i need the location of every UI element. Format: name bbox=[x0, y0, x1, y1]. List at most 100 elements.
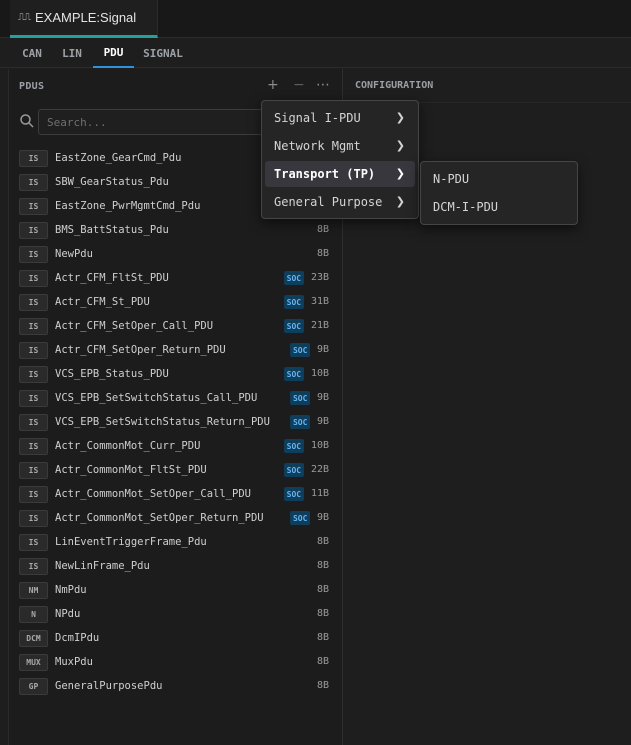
pdu-list-item[interactable]: MUX MuxPdu 8B bbox=[9, 651, 342, 675]
pdu-size: 8B bbox=[316, 584, 329, 595]
pdu-name: Actr_CommonMot_Curr_PDU bbox=[55, 440, 201, 452]
configuration-panel-title: CONFIGURATION bbox=[355, 80, 434, 91]
pdu-name: GeneralPurposePdu bbox=[55, 680, 163, 692]
pdu-name: Actr_CommonMot_SetOper_Return_PDU bbox=[55, 512, 264, 524]
pdu-size: 9B bbox=[316, 344, 329, 355]
pdu-name: EastZone_PwrMgmtCmd_Pdu bbox=[55, 200, 201, 212]
pdu-list-item[interactable]: IS Actr_CFM_FltSt_PDU SOC 23B bbox=[9, 267, 342, 291]
pdu-list-item[interactable]: IS Actr_CommonMot_FltSt_PDU SOC 22B bbox=[9, 459, 342, 483]
pdu-name: Actr_CommonMot_FltSt_PDU bbox=[55, 464, 207, 476]
pdu-name: NPdu bbox=[55, 608, 81, 620]
pdu-name: MuxPdu bbox=[55, 656, 93, 668]
pdu-name: SBW_GearStatus_Pdu bbox=[55, 176, 169, 188]
pdu-list-item[interactable]: IS LinEventTriggerFrame_Pdu 8B bbox=[9, 531, 342, 555]
pdu-size: 21B bbox=[310, 320, 329, 331]
pdu-name: DcmIPdu bbox=[55, 632, 100, 644]
chevron-right-icon: ❯ bbox=[395, 139, 405, 152]
pdu-list-item[interactable]: IS NewPdu 8B bbox=[9, 243, 342, 267]
pdu-size: 8B bbox=[316, 632, 329, 643]
more-options-button[interactable]: ⋯ bbox=[316, 78, 330, 92]
pdu-size: 31B bbox=[310, 296, 329, 307]
pdu-name: VCS_EPB_SetSwitchStatus_Call_PDU bbox=[55, 392, 258, 404]
pdu-type-tag: IS bbox=[19, 150, 48, 167]
pdu-list-item[interactable]: GP GeneralPurposePdu 8B bbox=[9, 675, 342, 699]
pdu-type-tag: DCM bbox=[19, 630, 48, 647]
menu-item-network-mgmt[interactable]: Network Mgmt ❯ bbox=[265, 133, 415, 159]
pdu-size: 22B bbox=[310, 464, 329, 475]
pdu-list-item[interactable]: DCM DcmIPdu 8B bbox=[9, 627, 342, 651]
menu-item-label: Transport (TP) bbox=[274, 167, 376, 181]
pdus-panel-title: PDUS bbox=[19, 80, 45, 92]
pdu-list-item[interactable]: IS Actr_CFM_St_PDU SOC 31B bbox=[9, 291, 342, 315]
submenu-item-dcm-ipdu[interactable]: DCM-I-PDU bbox=[424, 194, 574, 220]
editor-tab[interactable]: ⎍⎍ EXAMPLE:Signal bbox=[10, 0, 158, 38]
soc-badge: SOC bbox=[283, 367, 305, 381]
pdu-type-tag: IS bbox=[19, 318, 48, 335]
pdu-name: Actr_CFM_St_PDU bbox=[55, 296, 150, 308]
pdu-size: 11B bbox=[310, 488, 329, 499]
submenu-item-npdu[interactable]: N-PDU bbox=[424, 166, 574, 192]
pdu-type-tag: IS bbox=[19, 390, 48, 407]
pdu-list-item[interactable]: IS VCS_EPB_SetSwitchStatus_Call_PDU SOC 9B bbox=[9, 387, 342, 411]
pdu-list-item[interactable]: IS BMS_BattStatus_Pdu 8B bbox=[9, 219, 342, 243]
tab-pdu[interactable]: PDU bbox=[93, 39, 134, 68]
soc-badge: SOC bbox=[289, 343, 311, 357]
menu-item-general-purpose[interactable]: General Purpose ❯ bbox=[265, 189, 415, 215]
soc-badge: SOC bbox=[289, 415, 311, 429]
pdu-type-tag: IS bbox=[19, 198, 48, 215]
pdu-list-item[interactable]: N NPdu 8B bbox=[9, 603, 342, 627]
pdu-name: Actr_CFM_FltSt_PDU bbox=[55, 272, 169, 284]
pdu-type-tag: IS bbox=[19, 246, 48, 263]
tab-can[interactable]: CAN bbox=[13, 39, 51, 68]
pdu-type-tag: IS bbox=[19, 222, 48, 239]
soc-badge: SOC bbox=[283, 487, 305, 501]
pdu-size: 8B bbox=[316, 536, 329, 547]
pdu-list-item[interactable]: IS NewLinFrame_Pdu 8B bbox=[9, 555, 342, 579]
pdu-list-item[interactable]: IS VCS_EPB_SetSwitchStatus_Return_PDU SOC 9… bbox=[9, 411, 342, 435]
pdu-name: VCS_EPB_SetSwitchStatus_Return_PDU bbox=[55, 416, 270, 428]
pdu-type-tag: IS bbox=[19, 366, 48, 383]
pdu-name: NewLinFrame_Pdu bbox=[55, 560, 150, 572]
pdu-type-tag: IS bbox=[19, 342, 48, 359]
signal-wave-icon: ⎍⎍ bbox=[18, 12, 31, 23]
add-pdu-button[interactable]: + bbox=[267, 78, 279, 92]
pdus-panel-header: PDUS + − ⋯ bbox=[9, 69, 342, 103]
pdu-size: 9B bbox=[316, 392, 329, 403]
pdu-type-tag: IS bbox=[19, 558, 48, 575]
pdu-name: VCS_EPB_Status_PDU bbox=[55, 368, 169, 380]
menu-item-transport-tp[interactable]: Transport (TP) ❯ bbox=[265, 161, 415, 187]
editor-tab-strip: ⎍⎍ EXAMPLE:Signal bbox=[0, 0, 631, 38]
pdu-size: 9B bbox=[316, 416, 329, 427]
soc-badge: SOC bbox=[289, 391, 311, 405]
tab-signal[interactable]: SIGNAL bbox=[138, 39, 188, 68]
pdu-type-tag: IS bbox=[19, 270, 48, 287]
pdu-name: Actr_CFM_SetOper_Call_PDU bbox=[55, 320, 214, 332]
pdu-size: 8B bbox=[316, 656, 329, 667]
pdu-name: Actr_CFM_SetOper_Return_PDU bbox=[55, 344, 226, 356]
pdu-list-item[interactable]: IS Actr_CommonMot_SetOper_Return_PDU SOC 9B bbox=[9, 507, 342, 531]
pdu-list-item[interactable]: IS Actr_CFM_SetOper_Call_PDU SOC 21B bbox=[9, 315, 342, 339]
soc-badge: SOC bbox=[283, 295, 305, 309]
protocol-tab-bar: CAN LIN PDU SIGNAL bbox=[0, 39, 631, 68]
pdu-list-item[interactable]: IS Actr_CFM_SetOper_Return_PDU SOC 9B bbox=[9, 339, 342, 363]
remove-pdu-button[interactable]: − bbox=[293, 78, 305, 92]
pdu-size: 9B bbox=[316, 512, 329, 523]
pdu-list-item[interactable]: IS Actr_CommonMot_Curr_PDU SOC 10B bbox=[9, 435, 342, 459]
menu-item-label: Signal I-PDU bbox=[274, 111, 361, 125]
pdu-size: 8B bbox=[316, 680, 329, 691]
pdu-list-item[interactable]: IS VCS_EPB_Status_PDU SOC 10B bbox=[9, 363, 342, 387]
soc-badge: SOC bbox=[283, 463, 305, 477]
pdu-size: 8B bbox=[316, 248, 329, 259]
tab-lin[interactable]: LIN bbox=[53, 39, 91, 68]
configuration-panel-header: CONFIGURATION bbox=[344, 69, 631, 103]
pdu-type-tag: IS bbox=[19, 438, 48, 455]
menu-item-signal-ipdu[interactable]: Signal I-PDU ❯ bbox=[265, 105, 415, 131]
pdu-size: 10B bbox=[310, 368, 329, 379]
pdu-type-tag: IS bbox=[19, 174, 48, 191]
pdu-list-item[interactable]: IS Actr_CommonMot_SetOper_Call_PDU SOC 11B bbox=[9, 483, 342, 507]
pdu-list-item[interactable]: NM NmPdu 8B bbox=[9, 579, 342, 603]
pdu-size: 23B bbox=[310, 272, 329, 283]
chevron-right-icon: ❯ bbox=[395, 111, 405, 124]
pdu-size: 8B bbox=[316, 560, 329, 571]
pdu-size: 8B bbox=[316, 608, 329, 619]
